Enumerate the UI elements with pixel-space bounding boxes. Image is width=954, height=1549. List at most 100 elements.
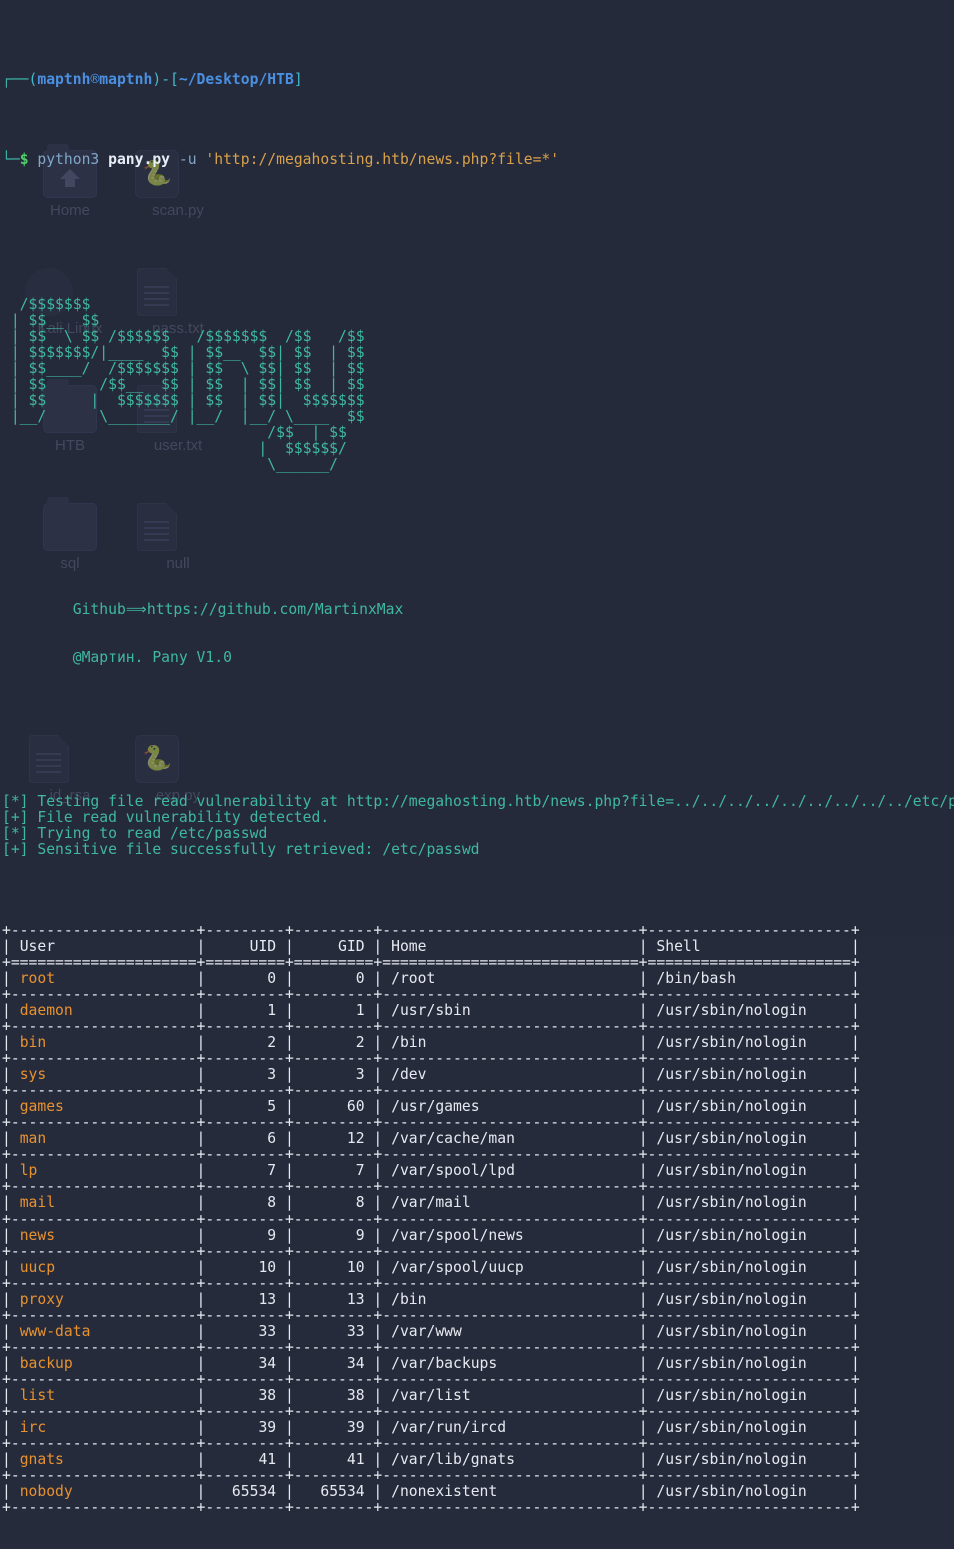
cell-divider: | [284,1130,303,1148]
table-cell: 5 [214,1098,285,1116]
cell-divider: | [284,1483,303,1501]
cell-divider: | [373,1483,392,1501]
cell-divider: | [850,1034,860,1051]
cell-divider: | [850,1066,860,1084]
table-cell: /usr/sbin/nologin [656,1258,851,1276]
table-cell: /var/backups [391,1354,639,1372]
table-cell: /usr/games [391,1098,639,1116]
table-cell: root [19,969,197,987]
table-row: | irc | 39 | 39 | /var/run/ircd | /usr/s… [0,1420,954,1436]
prompt-user: maptnh [37,71,91,89]
cell-divider: | [196,937,215,955]
table-cell: proxy [19,1290,197,1308]
table-cell: /var/list [391,1387,639,1405]
table-cell: 12 [302,1130,374,1148]
table-cell: /usr/sbin/nologin [656,1034,851,1051]
cell-divider: | [850,1226,860,1244]
table-row-separator: +---------------------+---------+-------… [2,1050,860,1068]
cell-divider: | [373,1001,392,1019]
table-cell: 9 [214,1226,285,1244]
cell-divider: | [850,1290,860,1308]
table-cell: uucp [19,1258,197,1276]
table-header-separator: +=====================+=========+=======… [2,953,860,971]
banner-row: /$$ | $$ [2,424,347,442]
prompt-dollar: $ [19,151,29,169]
cell-divider: | [196,1483,215,1501]
log-line: [+] File read vulnerability detected. [0,810,954,826]
cell-divider: | [638,1354,657,1372]
cell-divider: | [373,1194,392,1212]
cell-divider: | [2,1290,20,1308]
table-cell: sys [19,1066,197,1084]
table-cell: 6 [214,1130,285,1148]
table-cell: 10 [302,1258,374,1276]
table-cell: 8 [214,1194,285,1212]
prompt-close-bracket: ] [293,71,303,89]
cell-divider: | [2,1258,20,1276]
table-cell: 41 [302,1451,374,1469]
cell-divider: | [373,1034,392,1051]
table-cell: 10 [214,1258,285,1276]
table-cell: games [19,1098,197,1116]
table-row: | list | 38 | 38 | /var/list | /usr/sbin… [0,1388,954,1404]
table-row-separator: +---------------------+---------+-------… [2,1178,860,1196]
table-cell: backup [19,1354,197,1372]
banner-row: | $$$$$$$/|____ $$ | $$__ $$| $$ | $$ [2,343,365,361]
table-cell: irc [19,1419,197,1437]
prompt-dash: - [161,71,171,89]
cell-divider: | [284,1322,303,1340]
table-cell: man [19,1130,197,1148]
table-cell: /var/lib/gnats [391,1451,639,1469]
cell-divider: | [373,1419,392,1437]
table-cell: /usr/sbin/nologin [656,1066,851,1084]
table-cell: 2 [302,1034,374,1051]
cell-divider: | [850,1354,860,1372]
table-cell: /usr/sbin/nologin [656,1387,851,1405]
ascii-art-banner: /$$$$$$$ | $$__ $$ | $$ \ $$ /$$$$$$ /$$… [0,295,954,474]
cell-divider: | [196,1034,215,1051]
github-url[interactable]: https://github.com/MartinxMax [147,601,403,618]
cell-divider: | [638,1387,657,1405]
cell-divider: | [638,1419,657,1437]
table-cell: /usr/sbin/nologin [656,1226,851,1244]
cell-divider: | [196,1451,215,1469]
table-cell: 3 [214,1066,285,1084]
cell-divider: | [373,1387,392,1405]
cell-divider: | [196,969,215,987]
cell-divider: | [196,1098,215,1116]
table-cell: 13 [302,1290,374,1308]
passwd-table: +---------------------+---------+-------… [0,922,954,1517]
banner-row: \______/ [2,456,339,474]
table-cell: /usr/sbin [391,1001,639,1019]
cell-divider: | [284,969,303,987]
table-cell: www-data [19,1322,197,1340]
prompt-line-2[interactable]: └─$ python3 pany.py -u 'http://megahosti… [0,152,954,168]
table-cell: /nonexistent [391,1483,639,1501]
banner-row: /$$$$$$$ [2,295,91,313]
table-cell: /var/spool/lpd [391,1162,639,1180]
table-row-separator: +---------------------+---------+-------… [2,1499,860,1517]
cell-divider: | [638,1034,657,1051]
table-row: | nobody | 65534 | 65534 | /nonexistent … [0,1484,954,1500]
log-line: [+] Sensitive file successfully retrieve… [0,842,954,858]
table-header-cell: Shell [656,937,851,955]
command-flag: -u [178,151,197,169]
github-arrow-icon: ⟹ [125,600,147,618]
table-cell: list [19,1387,197,1405]
cell-divider: | [373,1098,392,1116]
cell-divider: | [196,1001,215,1019]
cell-divider: | [284,1066,303,1084]
terminal-window[interactable]: ┌──(maptnh®maptnh)-[~/Desktop/HTB] └─$ p… [0,0,954,1516]
cell-divider: | [196,1258,215,1276]
log-tag: [+] [2,841,29,859]
cell-divider: | [284,1354,303,1372]
cell-divider: | [373,1130,392,1148]
table-cell: 9 [302,1226,374,1244]
cell-divider: | [284,1387,303,1405]
table-cell: lp [19,1162,197,1180]
table-cell: 8 [302,1194,374,1212]
table-cell: /usr/sbin/nologin [656,1290,851,1308]
prompt-path: ~/Desktop/HTB [178,71,294,89]
cell-divider: | [284,937,303,955]
